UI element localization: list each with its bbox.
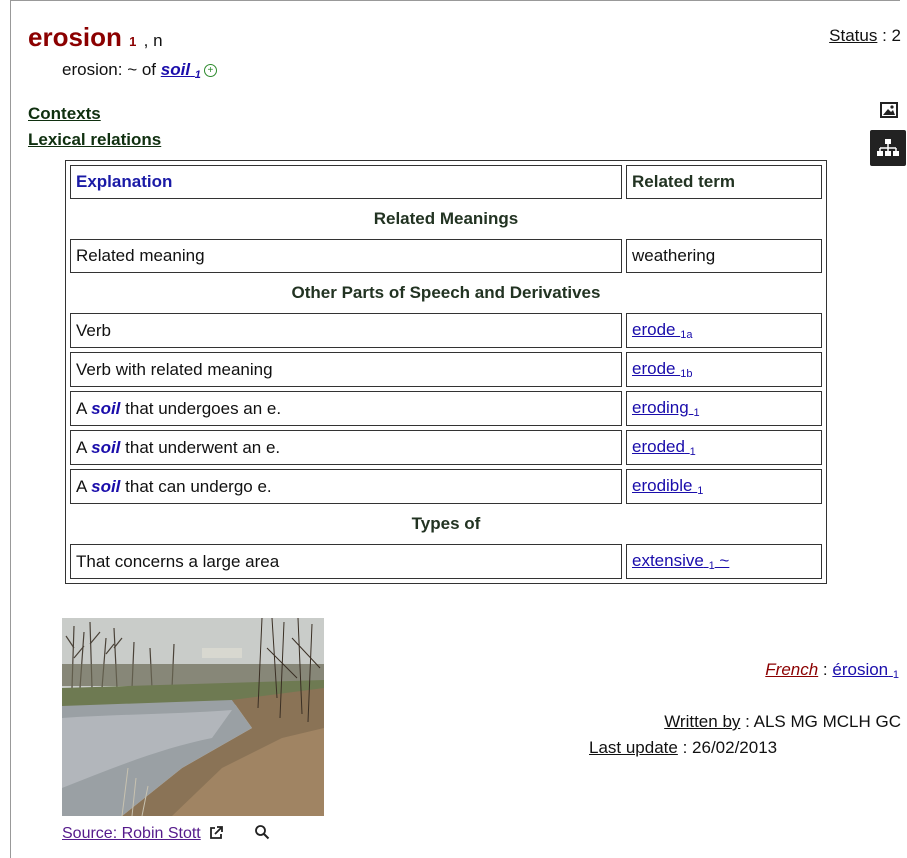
table-header-row: Explanation Related term (70, 165, 822, 199)
status-value: 2 (891, 26, 901, 45)
external-link-icon[interactable] (209, 826, 224, 845)
lexical-relations-link[interactable]: Lexical relations (28, 130, 161, 150)
last-update: Last update : 26/02/2013 (589, 738, 777, 758)
written-by-label[interactable]: Written by (664, 712, 740, 731)
entry-pos: , n (143, 31, 163, 50)
french-term-link[interactable]: érosion 1 (832, 660, 899, 681)
table-row: A soil that can undergo e. erodible 1 (70, 469, 822, 504)
status-label[interactable]: Status (829, 26, 877, 45)
row-explanation: A soil that can undergo e. (70, 469, 622, 504)
hierarchy-icon[interactable] (870, 130, 906, 166)
magnifier-icon[interactable] (254, 824, 270, 845)
related-term-link[interactable]: erode 1a (632, 320, 692, 341)
row-related-term: eroded 1 (626, 430, 822, 465)
table-row: Verb with related meaning erode 1b (70, 352, 822, 387)
usage-prefix: erosion: ~ of (62, 60, 161, 79)
group-heading: Types of (411, 514, 481, 533)
related-term-link[interactable]: erodible 1 (632, 476, 703, 497)
group-heading: Related Meanings (373, 209, 519, 228)
row-explanation: Verb (70, 313, 622, 348)
table-row: Verb erode 1a (70, 313, 822, 348)
status: Status : 2 (829, 26, 901, 46)
erosion-photo[interactable] (62, 617, 324, 817)
related-term-link[interactable]: erode 1b (632, 359, 692, 380)
row-related-term: weathering (626, 239, 822, 273)
photo-source: Source: Robin Stott (62, 824, 270, 845)
related-term-link[interactable]: extensive 1 ~ (632, 551, 729, 572)
french-sep: : (818, 660, 833, 679)
entry-sense-index: 1 (129, 34, 137, 49)
image-icon[interactable] (880, 102, 898, 123)
written-by: Written by : ALS MG MCLH GC (664, 712, 901, 732)
related-term-link[interactable]: eroding 1 (632, 398, 700, 419)
entry-title: erosion 1 , n (28, 22, 163, 53)
row-explanation: That concerns a large area (70, 544, 622, 579)
status-sep: : (877, 26, 892, 45)
col-related-term: Related term (626, 165, 822, 199)
row-related-term: erodible 1 (626, 469, 822, 504)
written-by-sep: : (740, 712, 754, 731)
soil-link[interactable]: soil (91, 438, 120, 457)
row-explanation: Verb with related meaning (70, 352, 622, 387)
table-row: That concerns a large area extensive 1 ~ (70, 544, 822, 579)
french-equivalent: French : érosion 1 (765, 660, 899, 681)
french-label[interactable]: French (765, 660, 818, 679)
row-explanation: Related meaning (70, 239, 622, 273)
table-row: A soil that undergoes an e. eroding 1 (70, 391, 822, 426)
row-related-term: extensive 1 ~ (626, 544, 822, 579)
source-link[interactable]: Source: Robin Stott (62, 825, 201, 842)
row-related-term: erode 1a (626, 313, 822, 348)
row-explanation: A soil that undergoes an e. (70, 391, 622, 426)
soil-link[interactable]: soil (91, 399, 120, 418)
last-update-sep: : (677, 738, 693, 757)
row-related-term: eroding 1 (626, 391, 822, 426)
usage-soil-link[interactable]: soil 1 (161, 60, 201, 81)
col-explanation: Explanation (70, 165, 622, 199)
table-row: Related meaning weathering (70, 239, 822, 273)
table-row: A soil that underwent an e. eroded 1 (70, 430, 822, 465)
row-related-term: erode 1b (626, 352, 822, 387)
row-explanation: A soil that underwent an e. (70, 430, 622, 465)
usage-line: erosion: ~ of soil 1 + (62, 60, 217, 81)
last-update-value: 26/02/2013 (692, 738, 778, 757)
last-update-label[interactable]: Last update (589, 738, 678, 757)
group-heading: Other Parts of Speech and Derivatives (291, 283, 601, 302)
written-by-value: ALS MG MCLH GC (753, 712, 901, 731)
lexical-relations-table: Explanation Related term Related Meaning… (65, 160, 827, 584)
entry-term: erosion (28, 22, 122, 52)
plus-circle-icon[interactable]: + (203, 64, 217, 78)
soil-link[interactable]: soil (91, 477, 120, 496)
contexts-link[interactable]: Contexts (28, 104, 101, 124)
related-term-link[interactable]: eroded 1 (632, 437, 696, 458)
